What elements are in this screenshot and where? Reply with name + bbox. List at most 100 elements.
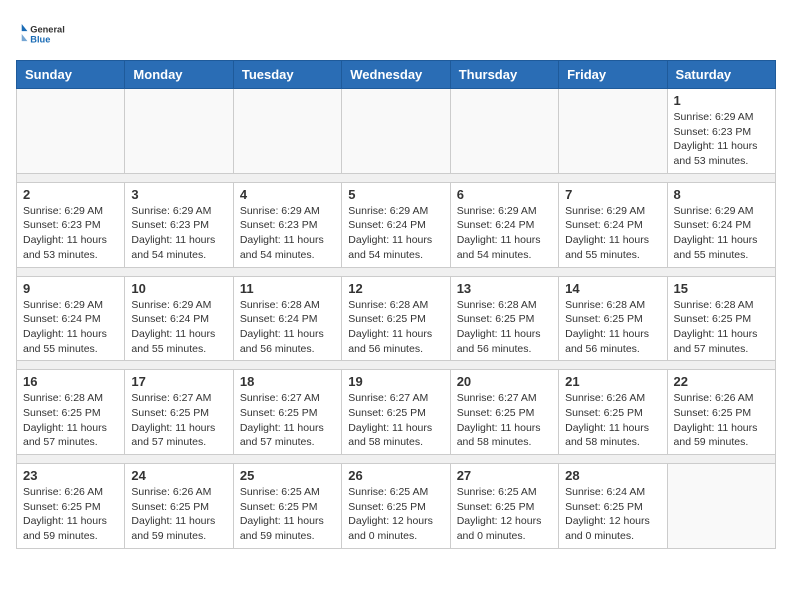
day-number: 16 — [23, 374, 118, 389]
spacer-cell — [450, 361, 558, 370]
day-number: 13 — [457, 281, 552, 296]
day-info: Sunrise: 6:26 AM Sunset: 6:25 PM Dayligh… — [674, 391, 769, 450]
spacer-cell — [233, 361, 341, 370]
calendar-day-cell: 1Sunrise: 6:29 AM Sunset: 6:23 PM Daylig… — [667, 89, 775, 174]
calendar-day-cell: 4 Sunrise: 6:29 AM Sunset: 6:23 PM Daylig… — [233, 182, 341, 267]
weekday-header: Thursday — [450, 61, 558, 89]
day-info: Sunrise: 6:25 AM Sunset: 6:25 PM Dayligh… — [240, 485, 335, 544]
calendar-week-row: 2 Sunrise: 6:29 AM Sunset: 6:23 PM Daylig… — [17, 182, 776, 267]
day-number: 6 — [457, 187, 552, 202]
day-number: 18 — [240, 374, 335, 389]
day-info: Sunrise: 6:28 AM Sunset: 6:25 PM Dayligh… — [457, 298, 552, 357]
day-number: 28 — [565, 468, 660, 483]
calendar-day-cell: 23 Sunrise: 6:26 AM Sunset: 6:25 PM Dayli… — [17, 464, 125, 549]
spacer-cell — [17, 361, 125, 370]
weekday-header: Saturday — [667, 61, 775, 89]
day-info: Sunrise: 6:27 AM Sunset: 6:25 PM Dayligh… — [131, 391, 226, 450]
calendar-day-cell: 5Sunrise: 6:29 AM Sunset: 6:24 PM Daylig… — [342, 182, 450, 267]
spacer-cell — [125, 455, 233, 464]
calendar-day-cell: 10Sunrise: 6:29 AM Sunset: 6:24 PM Dayli… — [125, 276, 233, 361]
day-number: 24 — [131, 468, 226, 483]
spacer-cell — [342, 267, 450, 276]
day-info: Sunrise: 6:28 AM Sunset: 6:25 PM Dayligh… — [565, 298, 660, 357]
calendar-week-row: 1Sunrise: 6:29 AM Sunset: 6:23 PM Daylig… — [17, 89, 776, 174]
day-number: 5 — [348, 187, 443, 202]
calendar-day-cell: 22 Sunrise: 6:26 AM Sunset: 6:25 PM Dayli… — [667, 370, 775, 455]
spacer-cell — [450, 455, 558, 464]
day-info: Sunrise: 6:29 AM Sunset: 6:24 PM Dayligh… — [457, 204, 552, 263]
calendar-day-cell: 6 Sunrise: 6:29 AM Sunset: 6:24 PM Daylig… — [450, 182, 558, 267]
day-number: 21 — [565, 374, 660, 389]
weekday-header: Monday — [125, 61, 233, 89]
spacer-cell — [342, 173, 450, 182]
day-number: 7 — [565, 187, 660, 202]
day-info: Sunrise: 6:29 AM Sunset: 6:24 PM Dayligh… — [674, 204, 769, 263]
calendar-day-cell: 21 Sunrise: 6:26 AM Sunset: 6:25 PM Dayli… — [559, 370, 667, 455]
day-info: Sunrise: 6:28 AM Sunset: 6:25 PM Dayligh… — [674, 298, 769, 357]
day-number: 20 — [457, 374, 552, 389]
weekday-header: Friday — [559, 61, 667, 89]
calendar-week-row: 23 Sunrise: 6:26 AM Sunset: 6:25 PM Dayli… — [17, 464, 776, 549]
calendar-day-cell: 11Sunrise: 6:28 AM Sunset: 6:24 PM Dayli… — [233, 276, 341, 361]
spacer-cell — [559, 361, 667, 370]
calendar-table: SundayMondayTuesdayWednesdayThursdayFrid… — [16, 60, 776, 549]
spacer-cell — [450, 173, 558, 182]
spacer-cell — [667, 361, 775, 370]
calendar-day-cell — [559, 89, 667, 174]
spacer-cell — [667, 267, 775, 276]
calendar-day-cell: 27Sunrise: 6:25 AM Sunset: 6:25 PM Dayli… — [450, 464, 558, 549]
day-number: 9 — [23, 281, 118, 296]
svg-text:Blue: Blue — [30, 35, 50, 45]
spacer-cell — [667, 173, 775, 182]
calendar-day-cell: 7 Sunrise: 6:29 AM Sunset: 6:24 PM Daylig… — [559, 182, 667, 267]
day-number: 14 — [565, 281, 660, 296]
calendar-day-cell: 14 Sunrise: 6:28 AM Sunset: 6:25 PM Dayli… — [559, 276, 667, 361]
calendar-day-cell: 24Sunrise: 6:26 AM Sunset: 6:25 PM Dayli… — [125, 464, 233, 549]
day-number: 4 — [240, 187, 335, 202]
calendar-day-cell — [667, 464, 775, 549]
calendar-day-cell: 20 Sunrise: 6:27 AM Sunset: 6:25 PM Dayli… — [450, 370, 558, 455]
logo-svg: General Blue — [16, 16, 66, 52]
logo: General Blue — [16, 16, 66, 52]
day-info: Sunrise: 6:27 AM Sunset: 6:25 PM Dayligh… — [348, 391, 443, 450]
day-number: 23 — [23, 468, 118, 483]
day-number: 2 — [23, 187, 118, 202]
day-number: 3 — [131, 187, 226, 202]
calendar-day-cell: 19Sunrise: 6:27 AM Sunset: 6:25 PM Dayli… — [342, 370, 450, 455]
day-info: Sunrise: 6:26 AM Sunset: 6:25 PM Dayligh… — [565, 391, 660, 450]
day-number: 25 — [240, 468, 335, 483]
calendar-day-cell: 28Sunrise: 6:24 AM Sunset: 6:25 PM Dayli… — [559, 464, 667, 549]
day-number: 12 — [348, 281, 443, 296]
calendar-day-cell — [125, 89, 233, 174]
day-info: Sunrise: 6:26 AM Sunset: 6:25 PM Dayligh… — [23, 485, 118, 544]
spacer-cell — [559, 455, 667, 464]
day-info: Sunrise: 6:29 AM Sunset: 6:24 PM Dayligh… — [23, 298, 118, 357]
calendar-day-cell: 15Sunrise: 6:28 AM Sunset: 6:25 PM Dayli… — [667, 276, 775, 361]
calendar-day-cell: 9 Sunrise: 6:29 AM Sunset: 6:24 PM Daylig… — [17, 276, 125, 361]
calendar-day-cell — [17, 89, 125, 174]
spacer-cell — [125, 267, 233, 276]
weekday-header: Tuesday — [233, 61, 341, 89]
spacer-cell — [17, 455, 125, 464]
day-number: 17 — [131, 374, 226, 389]
day-info: Sunrise: 6:28 AM Sunset: 6:25 PM Dayligh… — [348, 298, 443, 357]
spacer-cell — [233, 267, 341, 276]
calendar-day-cell: 25 Sunrise: 6:25 AM Sunset: 6:25 PM Dayli… — [233, 464, 341, 549]
day-info: Sunrise: 6:25 AM Sunset: 6:25 PM Dayligh… — [348, 485, 443, 544]
spacer-cell — [17, 173, 125, 182]
calendar-day-cell: 12 Sunrise: 6:28 AM Sunset: 6:25 PM Dayli… — [342, 276, 450, 361]
day-number: 26 — [348, 468, 443, 483]
weekday-header: Sunday — [17, 61, 125, 89]
day-info: Sunrise: 6:27 AM Sunset: 6:25 PM Dayligh… — [457, 391, 552, 450]
calendar-day-cell: 16Sunrise: 6:28 AM Sunset: 6:25 PM Dayli… — [17, 370, 125, 455]
weekday-header: Wednesday — [342, 61, 450, 89]
day-number: 22 — [674, 374, 769, 389]
day-info: Sunrise: 6:28 AM Sunset: 6:24 PM Dayligh… — [240, 298, 335, 357]
spacer-cell — [559, 173, 667, 182]
calendar-week-row: 9 Sunrise: 6:29 AM Sunset: 6:24 PM Daylig… — [17, 276, 776, 361]
day-info: Sunrise: 6:29 AM Sunset: 6:24 PM Dayligh… — [565, 204, 660, 263]
day-info: Sunrise: 6:27 AM Sunset: 6:25 PM Dayligh… — [240, 391, 335, 450]
day-number: 27 — [457, 468, 552, 483]
spacer-cell — [450, 267, 558, 276]
day-info: Sunrise: 6:29 AM Sunset: 6:23 PM Dayligh… — [240, 204, 335, 263]
